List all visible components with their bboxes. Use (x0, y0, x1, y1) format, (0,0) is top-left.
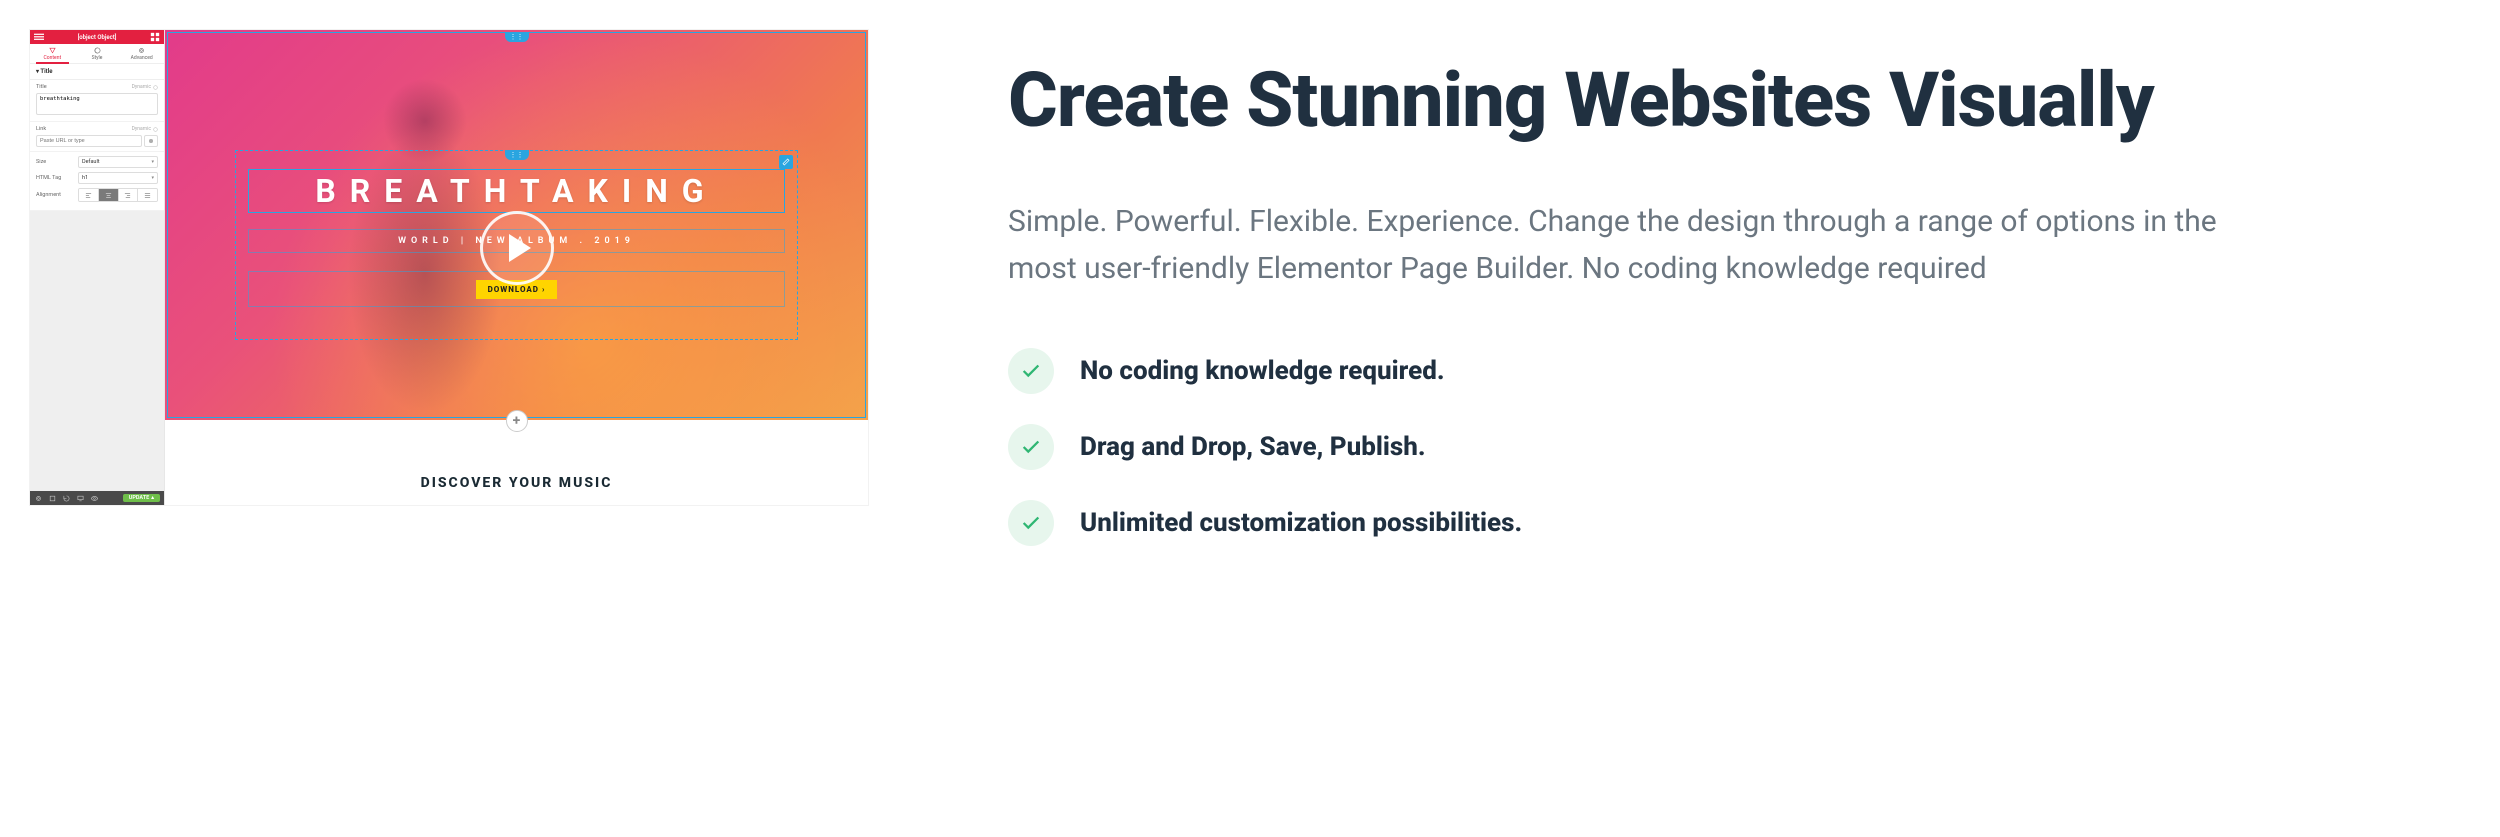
chevron-right-icon: › (542, 285, 545, 294)
check-icon (1008, 348, 1054, 394)
page-description: Simple. Powerful. Flexible. Experience. … (1008, 199, 2288, 292)
align-center-button[interactable] (99, 189, 119, 201)
feature-item: Drag and Drop, Save, Publish. (1008, 424, 2428, 470)
marketing-column: Create Stunning Websites Visually Simple… (1008, 30, 2428, 546)
feature-item: No coding knowledge required. (1008, 348, 2428, 394)
panel-footer: UPDATE▴ (30, 491, 164, 505)
htmltag-select[interactable]: h1▾ (78, 172, 158, 184)
panel-title: [object Object] (78, 34, 117, 41)
size-label: Size (36, 159, 74, 165)
check-icon (1008, 500, 1054, 546)
add-section-button[interactable]: + (506, 410, 528, 432)
responsive-icon[interactable] (76, 495, 84, 502)
panel-tabs: Content Style Advanced (30, 44, 164, 64)
link-input[interactable] (36, 135, 142, 147)
tab-advanced[interactable]: Advanced (119, 44, 164, 63)
heading-widget[interactable]: BREATHTAKING (248, 169, 785, 213)
editor-sidebar: [object Object] Content Style Advanced ▾… (30, 30, 165, 505)
panel-spacer (30, 211, 164, 491)
link-options-button[interactable] (144, 135, 158, 147)
settings-icon[interactable] (34, 495, 42, 502)
feature-text: Drag and Drop, Save, Publish. (1080, 432, 1426, 462)
tab-style[interactable]: Style (75, 44, 120, 63)
edit-widget-icon[interactable] (779, 155, 793, 169)
editor-screenshot: [object Object] Content Style Advanced ▾… (30, 30, 868, 505)
preview-icon[interactable] (90, 495, 98, 502)
tab-content-label: Content (44, 55, 62, 61)
align-right-button[interactable] (119, 189, 139, 201)
feature-list: No coding knowledge required. Drag and D… (1008, 348, 2428, 546)
title-input[interactable] (36, 93, 158, 115)
field-title: Title Dynamic (30, 80, 164, 122)
hero-heading-text: BREATHTAKING (315, 172, 717, 210)
play-icon[interactable] (480, 211, 554, 285)
field-misc: Size Default▾ HTML Tag h1▾ Alignment (30, 152, 164, 211)
tab-style-label: Style (92, 55, 103, 61)
menu-icon[interactable] (34, 32, 44, 42)
discover-heading: DISCOVER YOUR MUSIC (421, 475, 613, 491)
apps-icon[interactable] (150, 32, 160, 42)
align-left-button[interactable] (79, 189, 99, 201)
dynamic-toggle-link[interactable]: Dynamic (132, 126, 158, 132)
tab-content[interactable]: Content (30, 44, 75, 63)
accordion-title[interactable]: ▾ Title (30, 64, 164, 80)
htmltag-label: HTML Tag (36, 175, 74, 181)
alignment-label: Alignment (36, 192, 74, 198)
feature-text: No coding knowledge required. (1080, 356, 1445, 386)
navigator-icon[interactable] (48, 495, 56, 502)
page-headline: Create Stunning Websites Visually (1008, 58, 2428, 143)
tab-advanced-label: Advanced (131, 55, 153, 61)
feature-text: Unlimited customization possibilities. (1080, 508, 1522, 538)
field-link: Link Dynamic (30, 122, 164, 152)
link-label: Link (36, 126, 46, 132)
update-button[interactable]: UPDATE▴ (123, 494, 160, 502)
feature-item: Unlimited customization possibilities. (1008, 500, 2428, 546)
next-section: DISCOVER YOUR MUSIC (165, 420, 868, 505)
section-handle-icon[interactable]: ⋮⋮ (505, 32, 529, 42)
accordion-label: Title (40, 68, 52, 75)
alignment-group (78, 188, 158, 202)
history-icon[interactable] (62, 495, 70, 502)
dynamic-toggle[interactable]: Dynamic (132, 84, 158, 90)
check-icon (1008, 424, 1054, 470)
title-label: Title (36, 84, 47, 90)
align-justify-button[interactable] (138, 189, 157, 201)
panel-header: [object Object] (30, 30, 164, 44)
hero-section[interactable]: ⋮⋮ ⋮⋮ BREATHTAKING WORLD | NEW ALBUM . 2… (165, 30, 868, 420)
column-handle-icon[interactable]: ⋮⋮ (505, 150, 529, 160)
editor-canvas[interactable]: ⋮⋮ ⋮⋮ BREATHTAKING WORLD | NEW ALBUM . 2… (165, 30, 868, 505)
size-select[interactable]: Default▾ (78, 156, 158, 168)
